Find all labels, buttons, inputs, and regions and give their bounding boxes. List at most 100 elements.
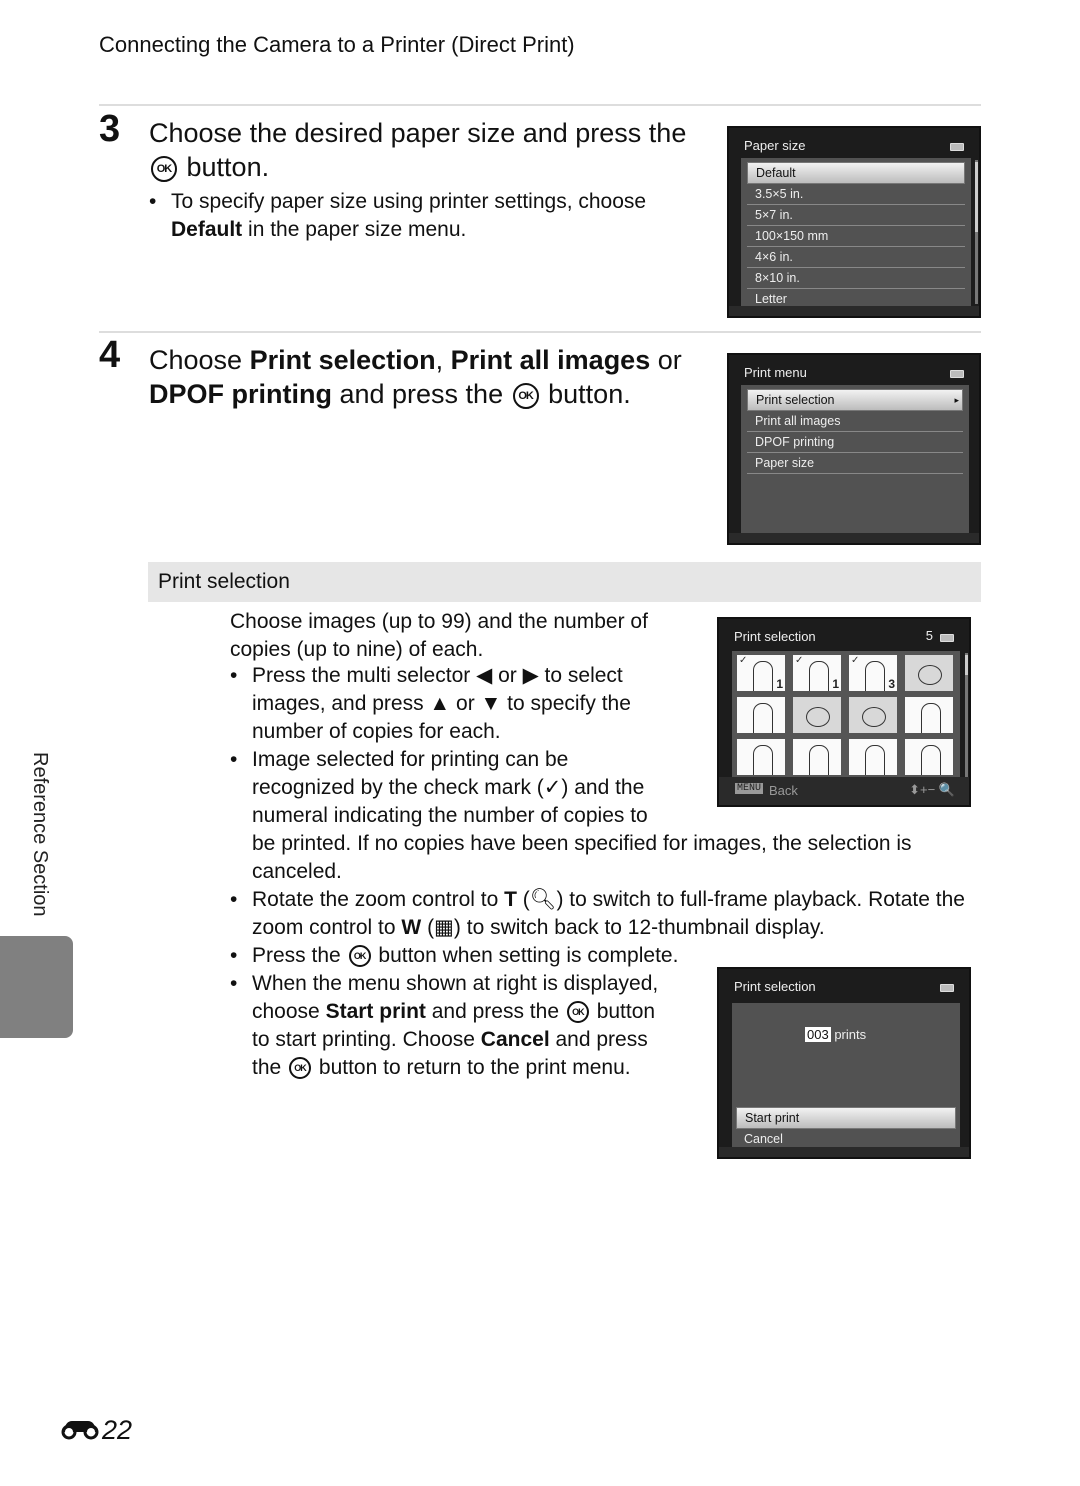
portrait-image: [865, 661, 885, 691]
step-title-text: or: [650, 345, 682, 375]
menu-key-icon: MENU: [735, 783, 764, 794]
paper-size-list: Default 3.5×5 in. 5×7 in. 100×150 mm 4×6…: [741, 158, 971, 306]
menu-item[interactable]: 4×6 in.: [747, 247, 965, 268]
menu-item-dpof-printing[interactable]: DPOF printing: [747, 432, 963, 453]
print-count: 003 prints: [805, 1027, 866, 1042]
step-title-text: Choose: [149, 345, 250, 375]
thumbnail[interactable]: ✓ 3: [848, 654, 898, 692]
step-title: Choose the desired paper size and press …: [149, 116, 709, 184]
thumbnail[interactable]: [848, 696, 898, 734]
ok-button-icon: OK: [289, 1057, 312, 1080]
portrait-image: [753, 745, 773, 775]
scrollbar[interactable]: [965, 653, 968, 777]
screen-title: Paper size: [744, 138, 806, 153]
bullet-text: button to return to the print menu.: [318, 1056, 631, 1079]
bullet-text: button when setting is complete.: [378, 944, 679, 967]
step-title: Choose Print selection, Print all images…: [149, 343, 709, 411]
running-head: Connecting the Camera to a Printer (Dire…: [99, 32, 575, 57]
check-mark-icon: ✓: [851, 655, 860, 666]
thumbnail[interactable]: [904, 654, 954, 692]
menu-item-default[interactable]: Default: [747, 162, 965, 184]
confirm-options: Start print Cancel: [732, 1107, 960, 1149]
screen-footer: [729, 533, 979, 543]
menu-item-label: Print selection: [756, 393, 835, 407]
menu-item[interactable]: 5×7 in.: [747, 205, 965, 226]
portrait-image: [809, 661, 829, 691]
screen-footer: [729, 306, 979, 316]
camera-screen-print-confirm: Print selection 003 prints Start print C…: [717, 967, 971, 1159]
step-number: 4: [99, 334, 121, 376]
menu-item-paper-size[interactable]: Paper size: [747, 453, 963, 474]
thumbnail[interactable]: [736, 696, 786, 734]
screen-title: Print menu: [744, 365, 807, 380]
bullet-text: (🔍︎) to switch to full-frame playback. R…: [516, 888, 965, 911]
menu-item[interactable]: 100×150 mm: [747, 226, 965, 247]
step-number: 3: [99, 108, 121, 150]
submenu-arrow-icon: ▸: [954, 395, 959, 405]
portrait-image: [865, 745, 885, 775]
menu-item-print-selection[interactable]: Print selection ▸: [747, 389, 963, 411]
camera-screen-paper-size: Paper size Default 3.5×5 in. 5×7 in. 100…: [727, 126, 981, 318]
print-count-label: prints: [834, 1027, 867, 1042]
page-number-text: 22: [102, 1415, 133, 1445]
thumbnail[interactable]: [848, 738, 898, 776]
bullet-text: Rotate the zoom control to: [252, 888, 505, 911]
screen-title: Print selection: [734, 979, 816, 994]
check-mark-icon: ✓: [795, 655, 804, 666]
selected-count: 5: [925, 628, 933, 643]
portrait-image: [921, 745, 941, 775]
thumbnail-grid: ✓ 1 ✓ 1 ✓ 3: [732, 651, 960, 779]
bullet-text: to start printing. Choose: [252, 1028, 481, 1051]
step-title-text: button.: [548, 379, 631, 409]
step-bullet: To specify paper size using printer sett…: [149, 188, 689, 244]
section-body: Choose images (up to 99) and the number …: [230, 608, 690, 664]
thumbnail[interactable]: ✓ 1: [736, 654, 786, 692]
copies-count: 3: [888, 677, 895, 691]
bullet-text: To specify paper size using printer sett…: [171, 190, 647, 213]
print-count-value: 003: [805, 1027, 831, 1042]
bullet-text: Press the: [252, 944, 341, 967]
cancel-option[interactable]: Cancel: [736, 1129, 956, 1149]
portrait-image: [753, 661, 773, 691]
thumbnail[interactable]: ✓ 1: [792, 654, 842, 692]
confirm-panel: 003 prints Start print Cancel: [732, 1003, 960, 1149]
side-tab-label: Reference Section: [29, 752, 51, 917]
bold-term: Cancel: [480, 1028, 550, 1051]
bullet-text: in the paper size menu.: [248, 218, 467, 241]
start-print-option[interactable]: Start print: [736, 1107, 956, 1129]
thumbnail[interactable]: [904, 696, 954, 734]
bullet-text: (▦) to switch back to 12-thumbnail displ…: [421, 916, 825, 939]
intro-text: Choose images (up to 99) and the number …: [230, 610, 648, 633]
scrollbar[interactable]: [975, 160, 978, 304]
zoom-wide-label: W: [401, 916, 422, 939]
bold-term: Default: [171, 218, 243, 241]
scrollbar-thumb[interactable]: [965, 655, 968, 675]
battery-icon: [940, 634, 954, 642]
bold-term: Print all images: [450, 345, 651, 375]
zoom-tele-label: T: [504, 888, 517, 911]
back-label[interactable]: Back: [769, 783, 798, 798]
section-heading: Print selection: [158, 570, 290, 593]
thumbnail[interactable]: [736, 738, 786, 776]
scrollbar-thumb[interactable]: [975, 162, 978, 232]
thumbnail[interactable]: [792, 696, 842, 734]
screen-title: Print selection: [734, 629, 816, 644]
copies-count: 1: [776, 677, 783, 691]
bullet-text: be printed. If no copies have been speci…: [252, 832, 912, 855]
step-title-text: Choose the desired paper size and press …: [149, 118, 687, 148]
battery-icon: [950, 370, 964, 378]
bold-term: DPOF printing: [149, 379, 332, 409]
menu-item[interactable]: 8×10 in.: [747, 268, 965, 289]
ok-button-icon: OK: [512, 382, 539, 409]
menu-item[interactable]: 3.5×5 in.: [747, 184, 965, 205]
thumbnail[interactable]: [792, 738, 842, 776]
thumbnail[interactable]: [904, 738, 954, 776]
bold-term: Start print: [325, 1000, 426, 1023]
bold-term: Print selection: [249, 345, 436, 375]
bullet-item: Press the OK button when setting is comp…: [230, 942, 990, 970]
step-title-text: button.: [186, 152, 270, 182]
menu-item-print-all-images[interactable]: Print all images: [747, 411, 963, 432]
copies-count: 1: [832, 677, 839, 691]
side-tab: [0, 936, 73, 1038]
intro-text: copies (up to nine) of each.: [230, 638, 484, 661]
